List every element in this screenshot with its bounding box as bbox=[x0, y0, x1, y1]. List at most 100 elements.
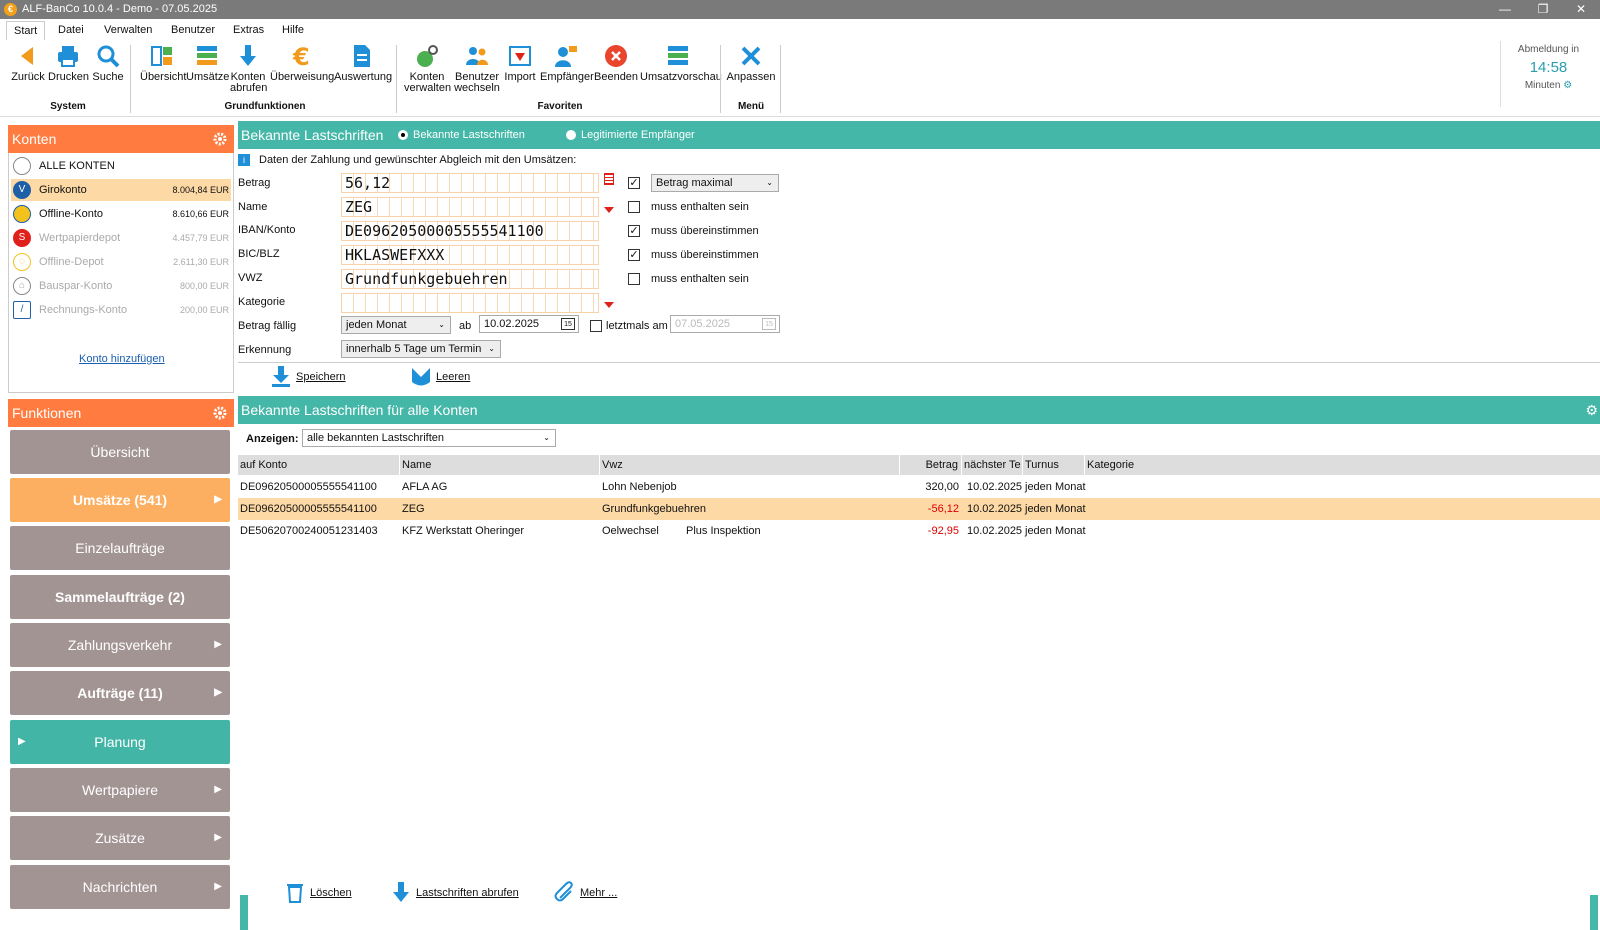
gear-icon[interactable] bbox=[212, 405, 228, 421]
kategorie-field[interactable] bbox=[341, 293, 599, 313]
menu-start[interactable]: Start bbox=[6, 21, 46, 40]
scroll-handle-right[interactable] bbox=[1590, 895, 1598, 930]
umsaetze-button[interactable]: Umsätze bbox=[186, 43, 229, 83]
show-filter-select[interactable]: alle bekannten Lastschriften ⌄ bbox=[302, 429, 556, 447]
search-button[interactable]: Suche bbox=[92, 43, 124, 83]
konto-girokonto[interactable]: V Girokonto 8.004,84 EUR bbox=[11, 179, 231, 201]
beenden-button[interactable]: Beenden bbox=[594, 43, 638, 83]
col-turnus[interactable]: Turnus bbox=[1023, 455, 1085, 475]
vwz-field[interactable]: Grundfunkgebuehren bbox=[341, 269, 599, 289]
ueberweisung-button[interactable]: € Überweisung bbox=[270, 43, 334, 83]
letztmals-date-field[interactable]: 07.05.2025 15 bbox=[670, 315, 780, 333]
ribbon-separator bbox=[396, 45, 397, 113]
chevron-right-icon: ▶ bbox=[18, 736, 26, 747]
table-row[interactable]: DE09620500005555541100 ZEG Grundfunkgebu… bbox=[238, 498, 1600, 520]
anpassen-button[interactable]: Anpassen bbox=[726, 43, 776, 83]
umsatzvorschau-button[interactable]: Umsatzvorschau bbox=[640, 43, 722, 83]
func-uebersicht[interactable]: Übersicht bbox=[10, 430, 230, 474]
func-wertpapiere[interactable]: Wertpapiere ▶ bbox=[10, 768, 230, 812]
back-button[interactable]: Zurück bbox=[10, 43, 46, 83]
logout-timer: Abmeldung in 14:58 Minuten ⚙ bbox=[1500, 41, 1596, 107]
chevron-right-icon: ▶ bbox=[214, 784, 222, 795]
konto-wertpapierdepot[interactable]: S Wertpapierdepot 4.457,79 EUR bbox=[11, 227, 231, 249]
menu-benutzer[interactable]: Benutzer bbox=[171, 24, 215, 36]
radio-bekannte-lastschriften[interactable] bbox=[398, 130, 408, 140]
func-planung[interactable]: ▶ Planung bbox=[10, 720, 230, 764]
vwz-checkbox[interactable] bbox=[628, 273, 640, 285]
menu-datei[interactable]: Datei bbox=[58, 24, 84, 36]
konto-alle[interactable]: ALLE KONTEN bbox=[11, 155, 231, 177]
dropdown-arrow-icon[interactable] bbox=[604, 302, 614, 308]
func-nachrichten[interactable]: Nachrichten ▶ bbox=[10, 865, 230, 909]
func-zusaetze[interactable]: Zusätze ▶ bbox=[10, 816, 230, 860]
letztmals-checkbox[interactable] bbox=[590, 320, 602, 332]
tools-icon bbox=[741, 46, 761, 66]
iban-checkbox[interactable]: ✓ bbox=[628, 225, 640, 237]
name-field[interactable]: ZEG bbox=[341, 197, 599, 217]
print-button[interactable]: Drucken bbox=[48, 43, 89, 83]
calendar-icon[interactable]: 15 bbox=[561, 318, 575, 330]
menu-extras[interactable]: Extras bbox=[233, 24, 264, 36]
download-arrow-icon bbox=[240, 45, 256, 66]
func-einzelauftraege[interactable]: Einzelaufträge bbox=[10, 526, 230, 570]
overview-button[interactable]: Übersicht bbox=[140, 43, 186, 83]
money-bag-icon bbox=[417, 45, 438, 67]
bank-icon: V bbox=[13, 181, 31, 199]
menu-verwalten[interactable]: Verwalten bbox=[104, 24, 152, 36]
benutzer-wechseln-button[interactable]: Benutzer wechseln bbox=[454, 43, 500, 94]
col-naechster-termin[interactable]: nächster Te bbox=[962, 455, 1023, 475]
gear-icon[interactable] bbox=[212, 131, 228, 147]
col-name[interactable]: Name bbox=[400, 455, 600, 475]
betrag-checkbox[interactable]: ✓ bbox=[628, 177, 640, 189]
label-erkennung: Erkennung bbox=[238, 344, 292, 356]
konto-offline[interactable]: Offline-Konto 8.610,66 EUR bbox=[11, 203, 231, 225]
gear-icon[interactable]: ⚙ bbox=[1585, 396, 1598, 424]
faellig-select[interactable]: jeden Monat ⌄ bbox=[341, 316, 451, 334]
euro-icon: € bbox=[292, 43, 310, 69]
konto-offline-depot[interactable]: ◌ Offline-Depot 2.611,30 EUR bbox=[11, 251, 231, 273]
dropdown-arrow-icon[interactable] bbox=[604, 207, 614, 213]
func-auftraege[interactable]: Aufträge (11) ▶ bbox=[10, 671, 230, 715]
left-panel: Konten ALLE KONTEN V Girokonto 8.004,84 … bbox=[8, 125, 234, 927]
menu-hilfe[interactable]: Hilfe bbox=[282, 24, 304, 36]
download-arrow-icon bbox=[393, 882, 409, 902]
close-icon[interactable]: ✕ bbox=[1562, 0, 1600, 19]
col-auf-konto[interactable]: auf Konto bbox=[238, 455, 400, 475]
info-icon: i bbox=[238, 154, 250, 166]
ribbon-group-favoriten: Favoriten bbox=[537, 101, 583, 112]
sparkasse-icon: S bbox=[13, 229, 31, 247]
col-betrag[interactable]: Betrag bbox=[900, 455, 962, 475]
name-checkbox[interactable] bbox=[628, 201, 640, 213]
restore-icon[interactable]: ❐ bbox=[1524, 0, 1562, 19]
col-kategorie[interactable]: Kategorie bbox=[1085, 455, 1600, 475]
konten-abrufen-button[interactable]: Konten abrufen bbox=[230, 43, 267, 94]
gear-icon[interactable]: ⚙ bbox=[1563, 80, 1572, 91]
bic-checkbox[interactable]: ✓ bbox=[628, 249, 640, 261]
auswertung-button[interactable]: Auswertung bbox=[334, 43, 392, 83]
betrag-mode-select[interactable]: Betrag maximal ⌄ bbox=[651, 174, 779, 192]
radio-legitimierte-empfaenger[interactable] bbox=[566, 130, 576, 140]
app-logo-icon: € bbox=[4, 3, 17, 16]
table-row[interactable]: DE50620700240051231403 KFZ Werkstatt Ohe… bbox=[238, 520, 1600, 542]
betrag-field[interactable]: 56,12 bbox=[341, 173, 599, 193]
col-vwz[interactable]: Vwz bbox=[600, 455, 900, 475]
bic-field[interactable]: HKLASWEFXXX bbox=[341, 245, 599, 265]
calculator-icon[interactable] bbox=[604, 173, 614, 185]
konto-bauspar[interactable]: ⌂ Bauspar-Konto 800,00 EUR bbox=[11, 275, 231, 297]
konto-rechnung[interactable]: / Rechnungs-Konto 200,00 EUR bbox=[11, 299, 231, 321]
erkennung-select[interactable]: innerhalb 5 Tage um Termin ⌄ bbox=[341, 340, 501, 358]
calendar-icon[interactable]: 15 bbox=[762, 318, 776, 330]
func-umsaetze[interactable]: Umsätze (541) ▶ bbox=[10, 478, 230, 522]
table-row[interactable]: DE09620500005555541100 AFLA AG Lohn Nebe… bbox=[238, 476, 1600, 498]
iban-field[interactable]: DE09620500005555541100 bbox=[341, 221, 599, 241]
func-sammelauftraege[interactable]: Sammelaufträge (2) bbox=[10, 575, 230, 619]
empfaenger-button[interactable]: Empfänger bbox=[540, 43, 594, 83]
konten-verwalten-button[interactable]: Konten verwalten bbox=[404, 43, 451, 94]
import-button[interactable]: Import bbox=[502, 43, 538, 83]
ab-date-field[interactable]: 10.02.2025 15 bbox=[479, 315, 579, 333]
scroll-handle-left[interactable] bbox=[240, 895, 248, 930]
minimize-icon[interactable]: — bbox=[1486, 0, 1524, 19]
funktionen-list: Übersicht Umsätze (541) ▶ Einzelaufträge … bbox=[8, 427, 234, 927]
func-zahlungsverkehr[interactable]: Zahlungsverkehr ▶ bbox=[10, 623, 230, 667]
add-account-link[interactable]: Konto hinzufügen bbox=[79, 353, 165, 365]
